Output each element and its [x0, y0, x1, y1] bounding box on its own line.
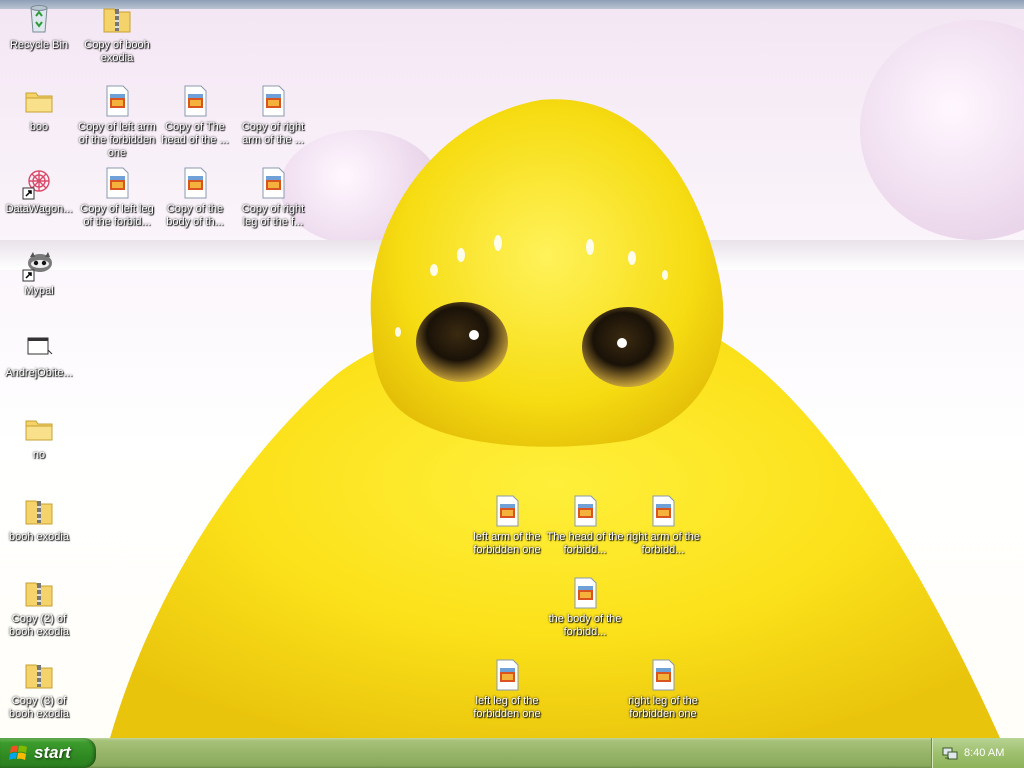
- desktop-icon-boo[interactable]: boo: [0, 84, 79, 134]
- taskbar: start 8:40 AM: [0, 738, 1024, 768]
- desktop-icon-copy-left-leg[interactable]: Copy of left leg of the forbid...: [77, 166, 157, 229]
- icon-label: Mypal: [24, 285, 54, 297]
- window-shortcut-icon: [22, 330, 56, 364]
- icon-label: the body of the forbidd...: [548, 613, 622, 638]
- icon-label: left leg of the forbidden one: [473, 695, 541, 720]
- icon-label: Copy of right arm of the ...: [241, 121, 305, 146]
- mypal-shortcut-icon: [22, 248, 56, 282]
- desktop-icon-head[interactable]: The head of the forbidd...: [545, 494, 625, 557]
- windows-logo-icon: [9, 743, 29, 763]
- icon-label: Copy of booh exodia: [84, 39, 150, 64]
- icon-label: Recycle Bin: [9, 39, 69, 51]
- start-label: start: [34, 743, 71, 762]
- desktop-icon-copy-right-arm[interactable]: Copy of right arm of the ...: [233, 84, 313, 147]
- folder-icon: [22, 412, 56, 446]
- recycle-bin-icon: [22, 2, 56, 36]
- background-pillow: [860, 20, 1024, 240]
- icon-label: left arm of the forbidden one: [473, 531, 541, 556]
- image-file-icon: [646, 494, 680, 528]
- zip-folder-icon: [22, 576, 56, 610]
- icon-label: right arm of the forbidd...: [626, 531, 700, 556]
- icon-label: Copy (3) of booh exodia: [9, 695, 69, 720]
- image-file-icon: [490, 658, 524, 692]
- icon-label: AndrejObite...: [5, 367, 73, 379]
- desktop-icon-recycle-bin[interactable]: Recycle Bin: [0, 2, 79, 52]
- network-tray-icon[interactable]: [942, 745, 958, 761]
- image-file-icon: [568, 576, 602, 610]
- desktop-icon-andrejobite[interactable]: AndrejObite...: [0, 330, 79, 380]
- desktop-icon-mypal[interactable]: Mypal: [0, 248, 79, 298]
- icon-label: booh exodia: [9, 531, 69, 543]
- background-ledge: [0, 240, 1024, 270]
- datawagon-shortcut-icon: [22, 166, 56, 200]
- desktop-icon-copy-2-booh-exodia[interactable]: Copy (2) of booh exodia: [0, 576, 79, 639]
- desktop[interactable]: Recycle Bin boo DataWagon... Mypal Andre…: [0, 0, 1024, 738]
- image-file-icon: [256, 166, 290, 200]
- icon-label: Copy of right leg of the f...: [241, 203, 305, 228]
- image-file-icon: [100, 84, 134, 118]
- desktop-icon-right-leg[interactable]: right leg of the forbidden one: [623, 658, 703, 721]
- system-tray: 8:40 AM: [931, 738, 1024, 768]
- zip-folder-icon: [22, 494, 56, 528]
- desktop-icon-no[interactable]: no: [0, 412, 79, 462]
- icon-label: Copy of the body of th...: [166, 203, 224, 228]
- folder-icon: [22, 84, 56, 118]
- icon-label: right leg of the forbidden one: [628, 695, 698, 720]
- zip-folder-icon: [22, 658, 56, 692]
- clock[interactable]: 8:40 AM: [964, 747, 1004, 759]
- icon-label: Copy of The head of the ...: [161, 121, 229, 146]
- desktop-icon-copy-right-leg[interactable]: Copy of right leg of the f...: [233, 166, 313, 229]
- start-button[interactable]: start: [0, 738, 96, 768]
- desktop-icon-copy-head[interactable]: Copy of The head of the ...: [155, 84, 235, 147]
- desktop-icon-left-leg[interactable]: left leg of the forbidden one: [467, 658, 547, 721]
- desktop-icon-booh-exodia[interactable]: booh exodia: [0, 494, 79, 544]
- icon-label: Copy (2) of booh exodia: [9, 613, 69, 638]
- zip-folder-icon: [100, 2, 134, 36]
- icon-label: boo: [29, 121, 49, 133]
- image-file-icon: [568, 494, 602, 528]
- image-file-icon: [646, 658, 680, 692]
- icon-label: The head of the forbidd...: [546, 531, 624, 556]
- image-file-icon: [100, 166, 134, 200]
- image-file-icon: [178, 84, 212, 118]
- image-file-icon: [178, 166, 212, 200]
- icon-label: DataWagon...: [5, 203, 73, 215]
- desktop-icon-body[interactable]: the body of the forbidd...: [545, 576, 625, 639]
- icon-label: no: [32, 449, 46, 461]
- desktop-icon-copy-body[interactable]: Copy of the body of th...: [155, 166, 235, 229]
- icon-label: Copy of left arm of the forbidden one: [78, 121, 156, 159]
- image-file-icon: [256, 84, 290, 118]
- desktop-icon-copy-left-arm[interactable]: Copy of left arm of the forbidden one: [77, 84, 157, 160]
- icon-label: Copy of left leg of the forbid...: [80, 203, 154, 228]
- desktop-icon-copy-booh-exodia[interactable]: Copy of booh exodia: [77, 2, 157, 65]
- desktop-icon-datawagon[interactable]: DataWagon...: [0, 166, 79, 216]
- desktop-icon-left-arm[interactable]: left arm of the forbidden one: [467, 494, 547, 557]
- image-file-icon: [490, 494, 524, 528]
- desktop-icon-right-arm[interactable]: right arm of the forbidd...: [623, 494, 703, 557]
- desktop-icon-copy-3-booh-exodia[interactable]: Copy (3) of booh exodia: [0, 658, 79, 721]
